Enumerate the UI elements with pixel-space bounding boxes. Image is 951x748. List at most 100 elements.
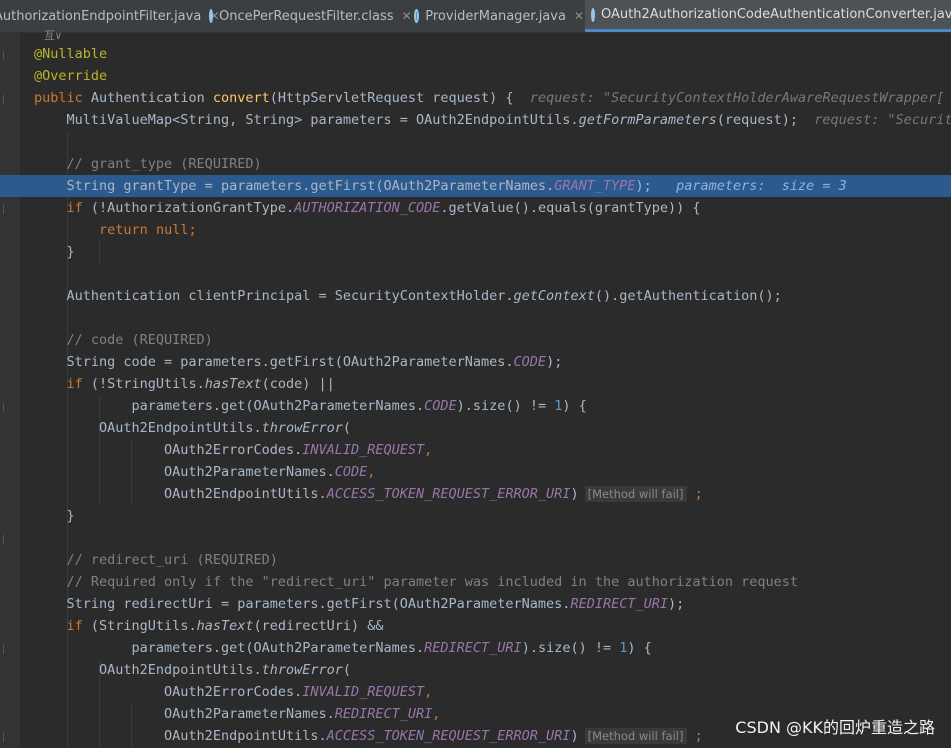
code-token: (code) || bbox=[261, 376, 335, 392]
code-line[interactable]: public Authentication convert(HttpServle… bbox=[34, 87, 951, 109]
java-class-icon bbox=[414, 9, 420, 23]
code-line[interactable]: return null; bbox=[34, 219, 197, 241]
code-line[interactable]: String redirectUri = parameters.getFirst… bbox=[34, 593, 685, 615]
code-line[interactable]: parameters.get(OAuth2ParameterNames.REDI… bbox=[34, 637, 652, 659]
method-name-token: convert bbox=[212, 90, 270, 106]
code-token: } bbox=[66, 244, 75, 260]
tab-label: OncePerRequestFilter.class bbox=[219, 8, 394, 24]
code-token: ).size() != bbox=[521, 640, 620, 656]
code-token: ().getAuthentication(); bbox=[594, 288, 782, 304]
fold-marker-icon[interactable]: 亙∨ bbox=[44, 27, 62, 43]
comment-token: // Required only if the "redirect_uri" p… bbox=[66, 574, 799, 590]
code-line[interactable]: Authentication clientPrincipal = Securit… bbox=[34, 285, 782, 307]
gutter-marker bbox=[3, 95, 7, 104]
code-line[interactable]: parameters.get(OAuth2ParameterNames.CODE… bbox=[34, 395, 587, 417]
code-token: , bbox=[424, 442, 433, 458]
constant-token: INVALID_REQUEST bbox=[302, 442, 425, 458]
java-class-icon bbox=[209, 9, 213, 23]
constant-token: ACCESS_TOKEN_REQUEST_ERROR_URI bbox=[326, 486, 571, 502]
code-token: ( bbox=[342, 662, 352, 678]
indent-guide bbox=[99, 241, 100, 263]
code-line[interactable]: OAuth2EndpointUtils.ACCESS_TOKEN_REQUEST… bbox=[34, 725, 703, 747]
code-line[interactable]: OAuth2EndpointUtils.ACCESS_TOKEN_REQUEST… bbox=[34, 483, 703, 505]
code-token: ) bbox=[570, 728, 579, 744]
gutter-marker bbox=[3, 733, 7, 742]
code-line[interactable]: if (!AuthorizationGrantType.AUTHORIZATIO… bbox=[34, 197, 701, 219]
code-token: OAuth2ParameterNames. bbox=[164, 706, 335, 722]
code-token: OAuth2EndpointUtils. bbox=[99, 662, 262, 678]
code-line[interactable]: // redirect_uri (REQUIRED) bbox=[34, 549, 278, 571]
tab-label: AuthorizationEndpointFilter.java bbox=[0, 8, 202, 24]
code-line[interactable]: } bbox=[34, 505, 75, 527]
code-line[interactable]: OAuth2ParameterNames.REDIRECT_URI, bbox=[34, 703, 440, 725]
code-token: OAuth2ErrorCodes. bbox=[164, 684, 303, 700]
code-token: parameters.get(OAuth2ParameterNames. bbox=[131, 398, 425, 414]
code-token: , bbox=[432, 706, 441, 722]
code-line[interactable]: } bbox=[34, 241, 75, 263]
gutter-marker bbox=[3, 403, 7, 412]
code-token: ; bbox=[686, 486, 703, 502]
code-token: ) bbox=[570, 486, 579, 502]
code-token: , bbox=[424, 684, 433, 700]
code-token: .getValue().equals(grantType)) { bbox=[440, 200, 701, 216]
static-method-token: hasText bbox=[196, 618, 254, 634]
java-class-icon bbox=[591, 7, 595, 22]
code-token: ).size() != bbox=[456, 398, 555, 414]
code-line[interactable]: // Required only if the "redirect_uri" p… bbox=[34, 571, 799, 593]
static-method-token: getFormParameters bbox=[578, 112, 717, 128]
method-will-fail-badge: [Method will fail] bbox=[584, 728, 687, 744]
constant-token: REDIRECT_URI bbox=[570, 596, 668, 612]
tab-authorization-endpoint-filter[interactable]: AuthorizationEndpointFilter.java ✕ bbox=[0, 0, 219, 32]
code-line[interactable]: OAuth2EndpointUtils.throwError( bbox=[34, 417, 351, 439]
constant-token: AUTHORIZATION_CODE bbox=[294, 200, 441, 216]
code-line[interactable]: OAuth2ErrorCodes.INVALID_REQUEST, bbox=[34, 681, 432, 703]
static-method-token: hasText bbox=[204, 376, 262, 392]
code-token: ; bbox=[686, 728, 703, 744]
tab-provider-manager[interactable]: ProviderManager.java ✕ bbox=[408, 0, 584, 32]
code-token: } bbox=[66, 508, 75, 524]
constant-token: REDIRECT_URI bbox=[334, 706, 433, 722]
editor-gutter[interactable] bbox=[0, 33, 20, 748]
code-token: ) { bbox=[562, 398, 587, 414]
gutter-marker bbox=[3, 51, 7, 60]
code-line[interactable]: String code = parameters.getFirst(OAuth2… bbox=[34, 351, 563, 373]
code-line[interactable]: @Nullable bbox=[34, 43, 107, 65]
code-line[interactable]: // code (REQUIRED) bbox=[34, 329, 213, 351]
code-token: Authentication clientPrincipal = Securit… bbox=[66, 288, 514, 304]
constant-token: CODE bbox=[334, 464, 368, 480]
code-line[interactable]: if (StringUtils.hasText(redirectUri) && bbox=[34, 615, 384, 637]
code-token: (!StringUtils. bbox=[82, 376, 205, 392]
code-line-selected[interactable]: String grantType = parameters.getFirst(O… bbox=[34, 175, 847, 197]
code-token: ); bbox=[546, 354, 563, 370]
code-editor[interactable]: 亙∨ @Nullable @Override public Authentica… bbox=[0, 29, 951, 748]
keyword-token: public bbox=[34, 90, 83, 106]
code-token: (StringUtils. bbox=[82, 618, 197, 634]
close-icon[interactable]: ✕ bbox=[574, 9, 584, 23]
keyword-token: if bbox=[66, 376, 83, 392]
tab-oauth2-authorization-code-converter[interactable]: OAuth2AuthorizationCodeAuthenticationCon… bbox=[585, 0, 951, 32]
code-line[interactable]: OAuth2EndpointUtils.throwError( bbox=[34, 659, 351, 681]
code-token: OAuth2EndpointUtils. bbox=[99, 420, 262, 436]
code-token: ); bbox=[635, 178, 652, 194]
static-method-token: throwError bbox=[261, 420, 343, 436]
tab-label: ProviderManager.java bbox=[425, 8, 566, 24]
code-token: (!AuthorizationGrantType. bbox=[82, 200, 295, 216]
code-token: ); bbox=[667, 596, 685, 612]
code-line[interactable]: @Override bbox=[34, 65, 107, 87]
constant-token: REDIRECT_URI bbox=[424, 640, 522, 656]
keyword-token: if bbox=[66, 200, 83, 216]
code-line[interactable]: // grant_type (REQUIRED) bbox=[34, 153, 262, 175]
static-method-token: getContext bbox=[513, 288, 595, 304]
code-line[interactable]: MultiValueMap<String, String> parameters… bbox=[34, 109, 951, 131]
code-line[interactable]: OAuth2ParameterNames.CODE, bbox=[34, 461, 375, 483]
inline-debug-value: request: "Security bbox=[814, 112, 951, 128]
code-token: (request); bbox=[716, 112, 799, 128]
tab-once-per-request-filter[interactable]: OncePerRequestFilter.class ✕ bbox=[203, 0, 412, 32]
code-line[interactable]: OAuth2ErrorCodes.INVALID_REQUEST, bbox=[34, 439, 432, 461]
keyword-token: if bbox=[66, 618, 83, 634]
comment-token: // grant_type (REQUIRED) bbox=[66, 156, 262, 172]
inline-debug-value: parameters: size = 3 bbox=[676, 178, 847, 194]
gutter-marker bbox=[3, 645, 7, 654]
editor-tab-bar: AuthorizationEndpointFilter.java ✕ OnceP… bbox=[0, 0, 951, 33]
code-line[interactable]: if (!StringUtils.hasText(code) || bbox=[34, 373, 335, 395]
